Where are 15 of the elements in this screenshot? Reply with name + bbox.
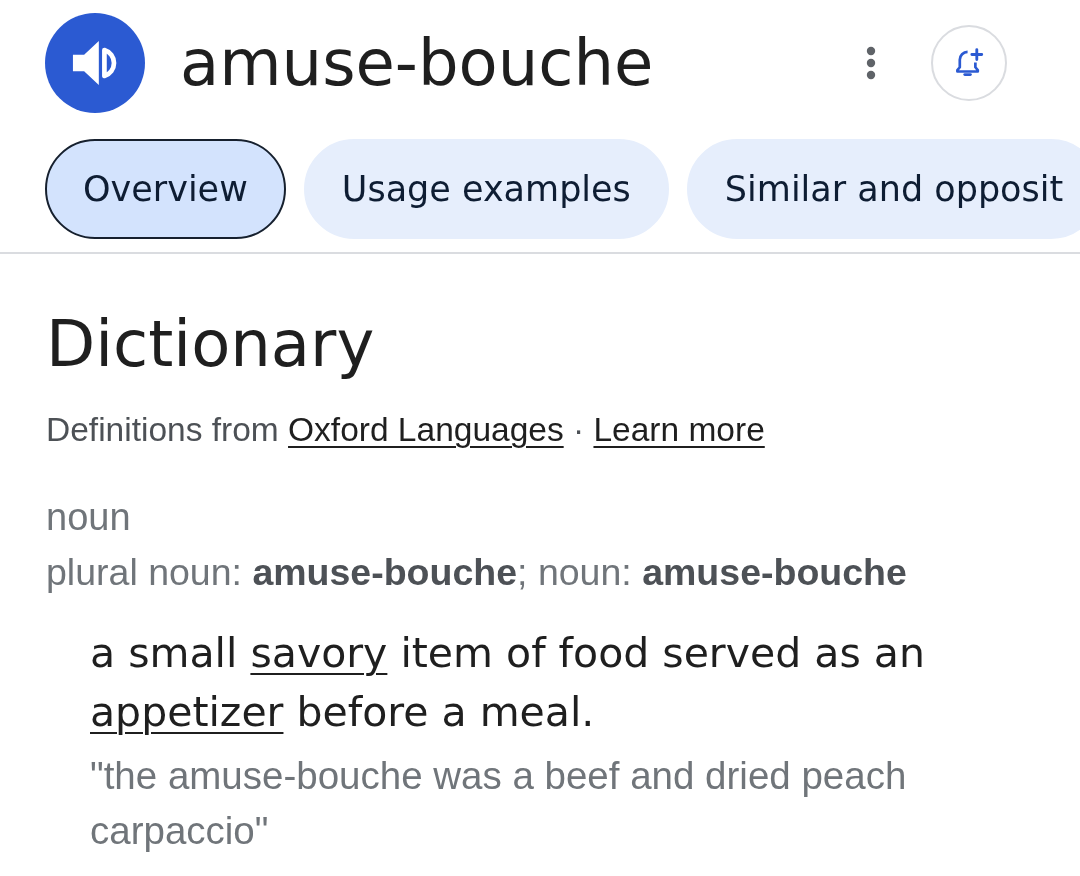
tab[interactable]: Similar and opposit	[686, 139, 1080, 239]
usage-example: "the amuse-bouche was a beef and dried peach carpaccio"	[90, 753, 908, 854]
source-link[interactable]: Oxford Languages	[288, 411, 564, 448]
tab[interactable]: Usage examples	[303, 139, 669, 239]
word-link[interactable]: savory	[250, 629, 388, 677]
headword: amuse-bouche	[180, 24, 654, 102]
tab[interactable]: Overview	[45, 139, 286, 239]
source-line: Definitions from Oxford Languages · Learn more	[46, 410, 766, 450]
inflections: plural noun: amuse-bouche; noun: amuse-bouche	[46, 550, 908, 595]
part-of-speech: noun	[46, 495, 132, 540]
word-link[interactable]: appetizer	[90, 688, 284, 736]
more-options-icon[interactable]	[864, 46, 878, 80]
source-link[interactable]: Learn more	[593, 411, 765, 448]
section-title: Dictionary	[46, 306, 376, 383]
definition: a small savory item of food served as an appetizer before a meal.	[90, 628, 926, 738]
